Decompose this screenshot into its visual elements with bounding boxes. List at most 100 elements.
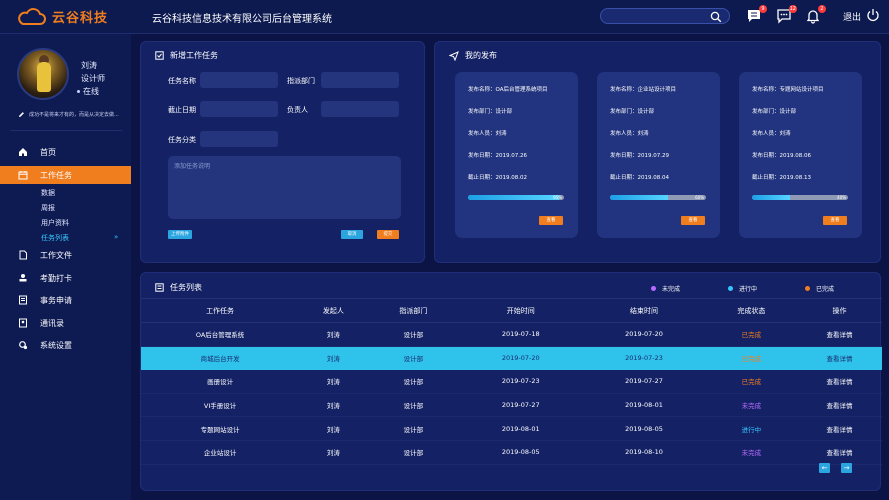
status-cell: 未完成 <box>705 440 798 465</box>
table-row[interactable]: 画册设计 刘涛 设计部 2019-07-23 2019-07-27 已完成 查看详情 <box>141 369 882 394</box>
table-row[interactable]: VI手册设计 刘涛 设计部 2019-07-27 2019-08-01 未完成 查看详情 <box>141 393 882 418</box>
system-title: 云谷科技信息技术有限公司后台管理系统 <box>152 14 332 25</box>
motto-text: 成功不是将来才有的，而是从决定去做... <box>29 112 119 118</box>
post-name: 发布名称：企业站设计项目 <box>610 87 677 93</box>
cancel-button[interactable]: 取消 <box>341 230 363 239</box>
sidebar-subitem-task-list[interactable]: 任务列表 <box>41 233 69 243</box>
dept-cell: 设计部 <box>367 322 460 347</box>
table-row[interactable]: OA后台管理系统 刘涛 设计部 2019-07-18 2019-07-20 已完成 查看详情 <box>141 322 882 347</box>
action-link[interactable]: 查看详情 <box>797 369 882 394</box>
task-cell: OA后台管理系统 <box>141 322 300 347</box>
search-input[interactable] <box>600 8 730 24</box>
deadline-label: 截止日期 <box>168 106 196 114</box>
task-cell: 画册设计 <box>141 369 300 394</box>
sidebar-item-work-tasks[interactable]: 工作任务 <box>0 166 131 184</box>
progress-label: 40% <box>837 195 846 200</box>
panel-header: 我的发布 <box>449 50 497 61</box>
sidebar-item-applications[interactable]: 事务申请 <box>0 291 131 309</box>
power-icon[interactable] <box>866 8 880 22</box>
panel-title: 新增工作任务 <box>170 51 218 60</box>
pencil-icon[interactable] <box>18 111 25 118</box>
legend-item: 进行中 <box>728 284 757 293</box>
logout-button[interactable]: 退出 <box>843 10 861 23</box>
column-header: 完成状态 <box>705 298 798 323</box>
end-cell: 2019-07-20 <box>582 322 706 347</box>
search-icon[interactable] <box>710 11 722 23</box>
user-status-text: 在线 <box>83 87 99 96</box>
cloud-logo-icon <box>18 7 46 25</box>
action-link[interactable]: 查看详情 <box>797 393 882 418</box>
table-row[interactable]: 专题网站设计 刘涛 设计部 2019-08-01 2019-08-05 进行中 查看详情 <box>141 416 882 441</box>
sidebar-subitem-weekly[interactable]: 周报 <box>41 203 55 213</box>
user-motto: 成功不是将来才有的，而是从决定去做... <box>18 111 119 118</box>
view-button[interactable]: 查看 <box>539 216 563 225</box>
column-header: 指派部门 <box>367 298 460 323</box>
chat-button[interactable]: 12 <box>776 5 797 26</box>
submit-button[interactable]: 提交 <box>377 230 399 239</box>
task-description-input[interactable]: 添加任务说明 <box>168 156 401 219</box>
logo[interactable]: 云谷科技 <box>16 7 108 26</box>
status-cell: 已完成 <box>705 346 798 370</box>
progress-bar: 95% <box>468 195 564 200</box>
sidebar-item-label: 工作文件 <box>40 250 72 260</box>
dept-cell: 设计部 <box>367 369 460 394</box>
sidebar-item-attendance[interactable]: 考勤打卡 <box>0 269 131 287</box>
task-table: 工作任务 发起人 指派部门 开始时间 结束时间 完成状态 操作 OA后台管理系统… <box>141 298 882 465</box>
task-name-input[interactable] <box>200 72 278 88</box>
task-cell: VI手册设计 <box>141 393 300 418</box>
next-page-button[interactable]: → <box>841 463 852 473</box>
message-button[interactable]: 9 <box>746 5 767 26</box>
sidebar-item-settings[interactable]: 系统设置 <box>0 336 131 354</box>
task-cell: 商城后台开发 <box>141 346 300 370</box>
post-deadline: 截止日期：2019.08.02 <box>468 175 527 181</box>
post-dept: 发布部门：设计部 <box>752 109 797 115</box>
notification-button[interactable]: 2 <box>805 5 826 26</box>
upload-button[interactable]: 上传附件 <box>168 230 192 239</box>
category-select[interactable] <box>200 131 278 147</box>
legend-label: 进行中 <box>739 286 758 293</box>
sidebar-subitem-profile[interactable]: 用户资料 <box>41 218 69 228</box>
sidebar-subitem-data[interactable]: 数据 <box>41 188 55 198</box>
deadline-input[interactable] <box>200 101 278 117</box>
sidebar-item-home[interactable]: 首页 <box>0 143 131 161</box>
view-button[interactable]: 查看 <box>823 216 847 225</box>
sidebar-item-work-files[interactable]: 工作文件 <box>0 246 131 264</box>
dept-cell: 设计部 <box>367 393 460 418</box>
action-link[interactable]: 查看详情 <box>797 322 882 347</box>
message-badge: 9 <box>759 5 767 13</box>
post-person: 发布人员：刘涛 <box>752 131 791 137</box>
dept-cell: 设计部 <box>367 416 460 441</box>
view-button[interactable]: 查看 <box>681 216 705 225</box>
user-name: 刘涛 <box>81 61 97 70</box>
owner-cell: 刘涛 <box>299 416 368 441</box>
action-link[interactable]: 查看详情 <box>797 346 882 370</box>
legend-label: 未完成 <box>662 286 681 293</box>
sidebar-item-contacts[interactable]: 通讯录 <box>0 314 131 332</box>
chat-badge: 12 <box>788 5 797 13</box>
table-row[interactable]: 商城后台开发 刘涛 设计部 2019-07-20 2019-07-23 已完成 查看详情 <box>141 346 882 370</box>
owner-cell: 刘涛 <box>299 393 368 418</box>
post-date: 发布日期：2019.07.29 <box>610 153 669 159</box>
progress-bar: 40% <box>752 195 848 200</box>
home-icon <box>19 148 27 156</box>
stamp-icon <box>19 274 27 282</box>
sidebar-item-label: 工作任务 <box>40 170 72 180</box>
new-task-panel: 新增工作任务 任务名称 指派部门 截止日期 负责人 任务分类 添加任务说明 上传… <box>140 41 425 263</box>
action-link[interactable]: 查看详情 <box>797 416 882 441</box>
start-cell: 2019-07-20 <box>459 346 583 370</box>
progress-label: 95% <box>553 195 562 200</box>
post-name: 发布名称：OA后台管理系统项目 <box>468 87 548 93</box>
legend-label: 已完成 <box>816 286 835 293</box>
dept-select[interactable] <box>321 72 399 88</box>
legend-item: 未完成 <box>651 284 680 293</box>
progress-label: 60% <box>695 195 704 200</box>
avatar[interactable] <box>17 48 69 100</box>
sidebar-item-label: 考勤打卡 <box>40 273 72 283</box>
table-header-row: 工作任务 发起人 指派部门 开始时间 结束时间 完成状态 操作 <box>141 298 882 323</box>
panel-header: 任务列表 <box>155 282 202 293</box>
owner-input[interactable] <box>321 101 399 117</box>
action-link[interactable]: 查看详情 <box>797 440 882 465</box>
progress-fill <box>752 195 791 200</box>
prev-page-button[interactable]: ← <box>819 463 830 473</box>
table-row[interactable]: 企业站设计 刘涛 设计部 2019-08-05 2019-08-10 未完成 查看详情 <box>141 440 882 465</box>
